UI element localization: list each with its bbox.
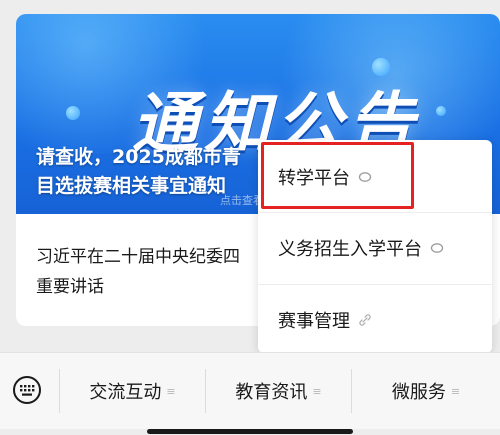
menu-item-label: 义务招生入学平台 <box>278 238 422 260</box>
tab-label: 微服务 <box>391 382 446 403</box>
article-title-line: 重要讲话 <box>36 277 104 297</box>
menu-marker-icon: ≡ <box>312 384 322 398</box>
bottom-menu-bar: 交流互动 ≡ 教育资讯 ≡ 微服务 ≡ <box>0 352 500 429</box>
banner-decoration <box>66 106 80 120</box>
link-icon <box>358 313 372 327</box>
tab-communication[interactable]: 交流互动 ≡ <box>60 353 205 429</box>
menu-item-competition-management[interactable]: 赛事管理 <box>258 284 492 354</box>
keyboard-icon[interactable] <box>12 375 42 405</box>
menu-marker-icon: ≡ <box>166 384 176 398</box>
tab-micro-services[interactable]: 微服务 ≡ <box>352 353 500 429</box>
menu-item-label: 赛事管理 <box>278 310 350 332</box>
article-title-line: 习近平在二十届中央纪委四 <box>36 247 240 267</box>
tab-education-news[interactable]: 教育资讯 ≡ <box>206 353 351 429</box>
tab-label: 交流互动 <box>89 382 162 403</box>
home-indicator <box>147 429 353 434</box>
menu-marker-icon: ≡ <box>450 384 461 398</box>
menu-item-enrollment-platform[interactable]: 义务招生入学平台 <box>258 212 492 282</box>
article-title[interactable]: 习近平在二十届中央纪委四 重要讲话 <box>36 242 276 302</box>
mini-program-icon <box>430 242 444 254</box>
tab-label: 教育资讯 <box>235 382 308 403</box>
highlight-box <box>261 142 414 209</box>
